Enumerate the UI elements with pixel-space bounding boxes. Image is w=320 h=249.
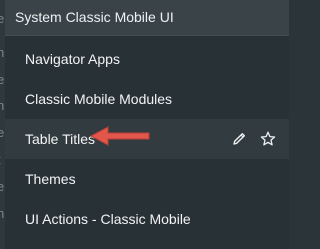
menu-group-header[interactable]: System Classic Mobile UI xyxy=(5,0,289,36)
menu-item-themes[interactable]: Themes xyxy=(5,159,289,199)
menu-item-label: Navigator Apps xyxy=(25,51,120,67)
menu-item-label: UI Actions - Classic Mobile xyxy=(25,211,191,227)
menu-item-navigator-apps[interactable]: Navigator Apps xyxy=(5,39,289,79)
pencil-icon[interactable] xyxy=(230,130,248,148)
menu-item-label: Classic Mobile Modules xyxy=(25,91,173,107)
menu-item-ui-actions-classic-mobile[interactable]: UI Actions - Classic Mobile xyxy=(5,199,289,239)
star-icon[interactable] xyxy=(259,130,277,148)
menu-item-classic-mobile-modules[interactable]: Classic Mobile Modules xyxy=(5,79,289,119)
menu-group-title: System Classic Mobile UI xyxy=(15,9,174,25)
menu-item-label: Table Titles xyxy=(25,131,96,147)
menu-item-label: Themes xyxy=(25,171,76,187)
red-arrow-icon xyxy=(90,126,150,146)
